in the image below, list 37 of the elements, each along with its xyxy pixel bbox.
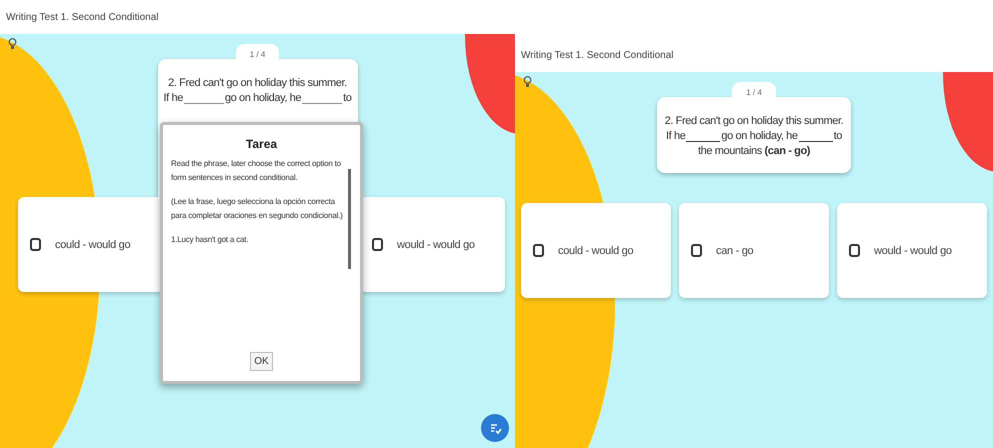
checklist-icon <box>488 421 502 435</box>
dialog-text: 1.Lucy hasn't got a cat. <box>171 234 250 246</box>
answer-option[interactable]: could - would go <box>18 197 163 292</box>
question-text: If he <box>666 130 686 142</box>
dialog-text: Read the phrase, later choose the correct option to form sentences in second conditional. <box>171 158 342 184</box>
answer-option[interactable]: would - would go <box>837 203 987 298</box>
question-text: go on holiday, he <box>224 92 302 104</box>
checkbox[interactable] <box>533 244 544 257</box>
checkbox[interactable] <box>372 238 383 251</box>
option-label: could - would go <box>558 244 634 256</box>
question-counter: 1 / 4 <box>236 44 280 63</box>
option-label: would - would go <box>874 244 952 256</box>
question-text: to <box>343 92 352 104</box>
activity-title: Writing Test 1. Second Conditional <box>521 50 674 60</box>
check-button[interactable] <box>481 414 509 442</box>
option-label: would - would go <box>397 238 475 250</box>
question-text: go on holiday, he <box>721 130 798 142</box>
answer-option[interactable]: can - go <box>679 203 829 298</box>
question-text: 2. Fred can't go on holiday this summer. <box>664 115 844 127</box>
option-label: can - go <box>716 244 754 256</box>
question-text: If he <box>164 92 183 104</box>
question-text: to <box>834 130 842 142</box>
activity-title: Writing Test 1. Second Conditional <box>6 12 158 22</box>
option-label: could - would go <box>55 238 130 250</box>
question-text: 2. Fred can't go on holiday this summer. <box>168 77 347 89</box>
dialog-text: (Lee la frase, luego selecciona la opción correcta para completar oraciones en segundo condicional.) <box>171 196 343 222</box>
lightbulb-icon[interactable] <box>523 76 532 88</box>
checkbox[interactable] <box>849 244 860 257</box>
question-counter: 1 / 4 <box>732 82 776 101</box>
dialog-title: Tarea <box>246 137 278 151</box>
lightbulb-icon[interactable] <box>8 38 17 50</box>
answer-option[interactable]: could - would go <box>521 203 671 298</box>
ok-button[interactable]: OK <box>250 352 273 371</box>
checkbox[interactable] <box>691 244 702 257</box>
checkbox[interactable] <box>30 238 41 251</box>
question-text: the mountains (can - go) <box>698 145 810 157</box>
answer-option[interactable]: would - would go <box>360 197 505 292</box>
